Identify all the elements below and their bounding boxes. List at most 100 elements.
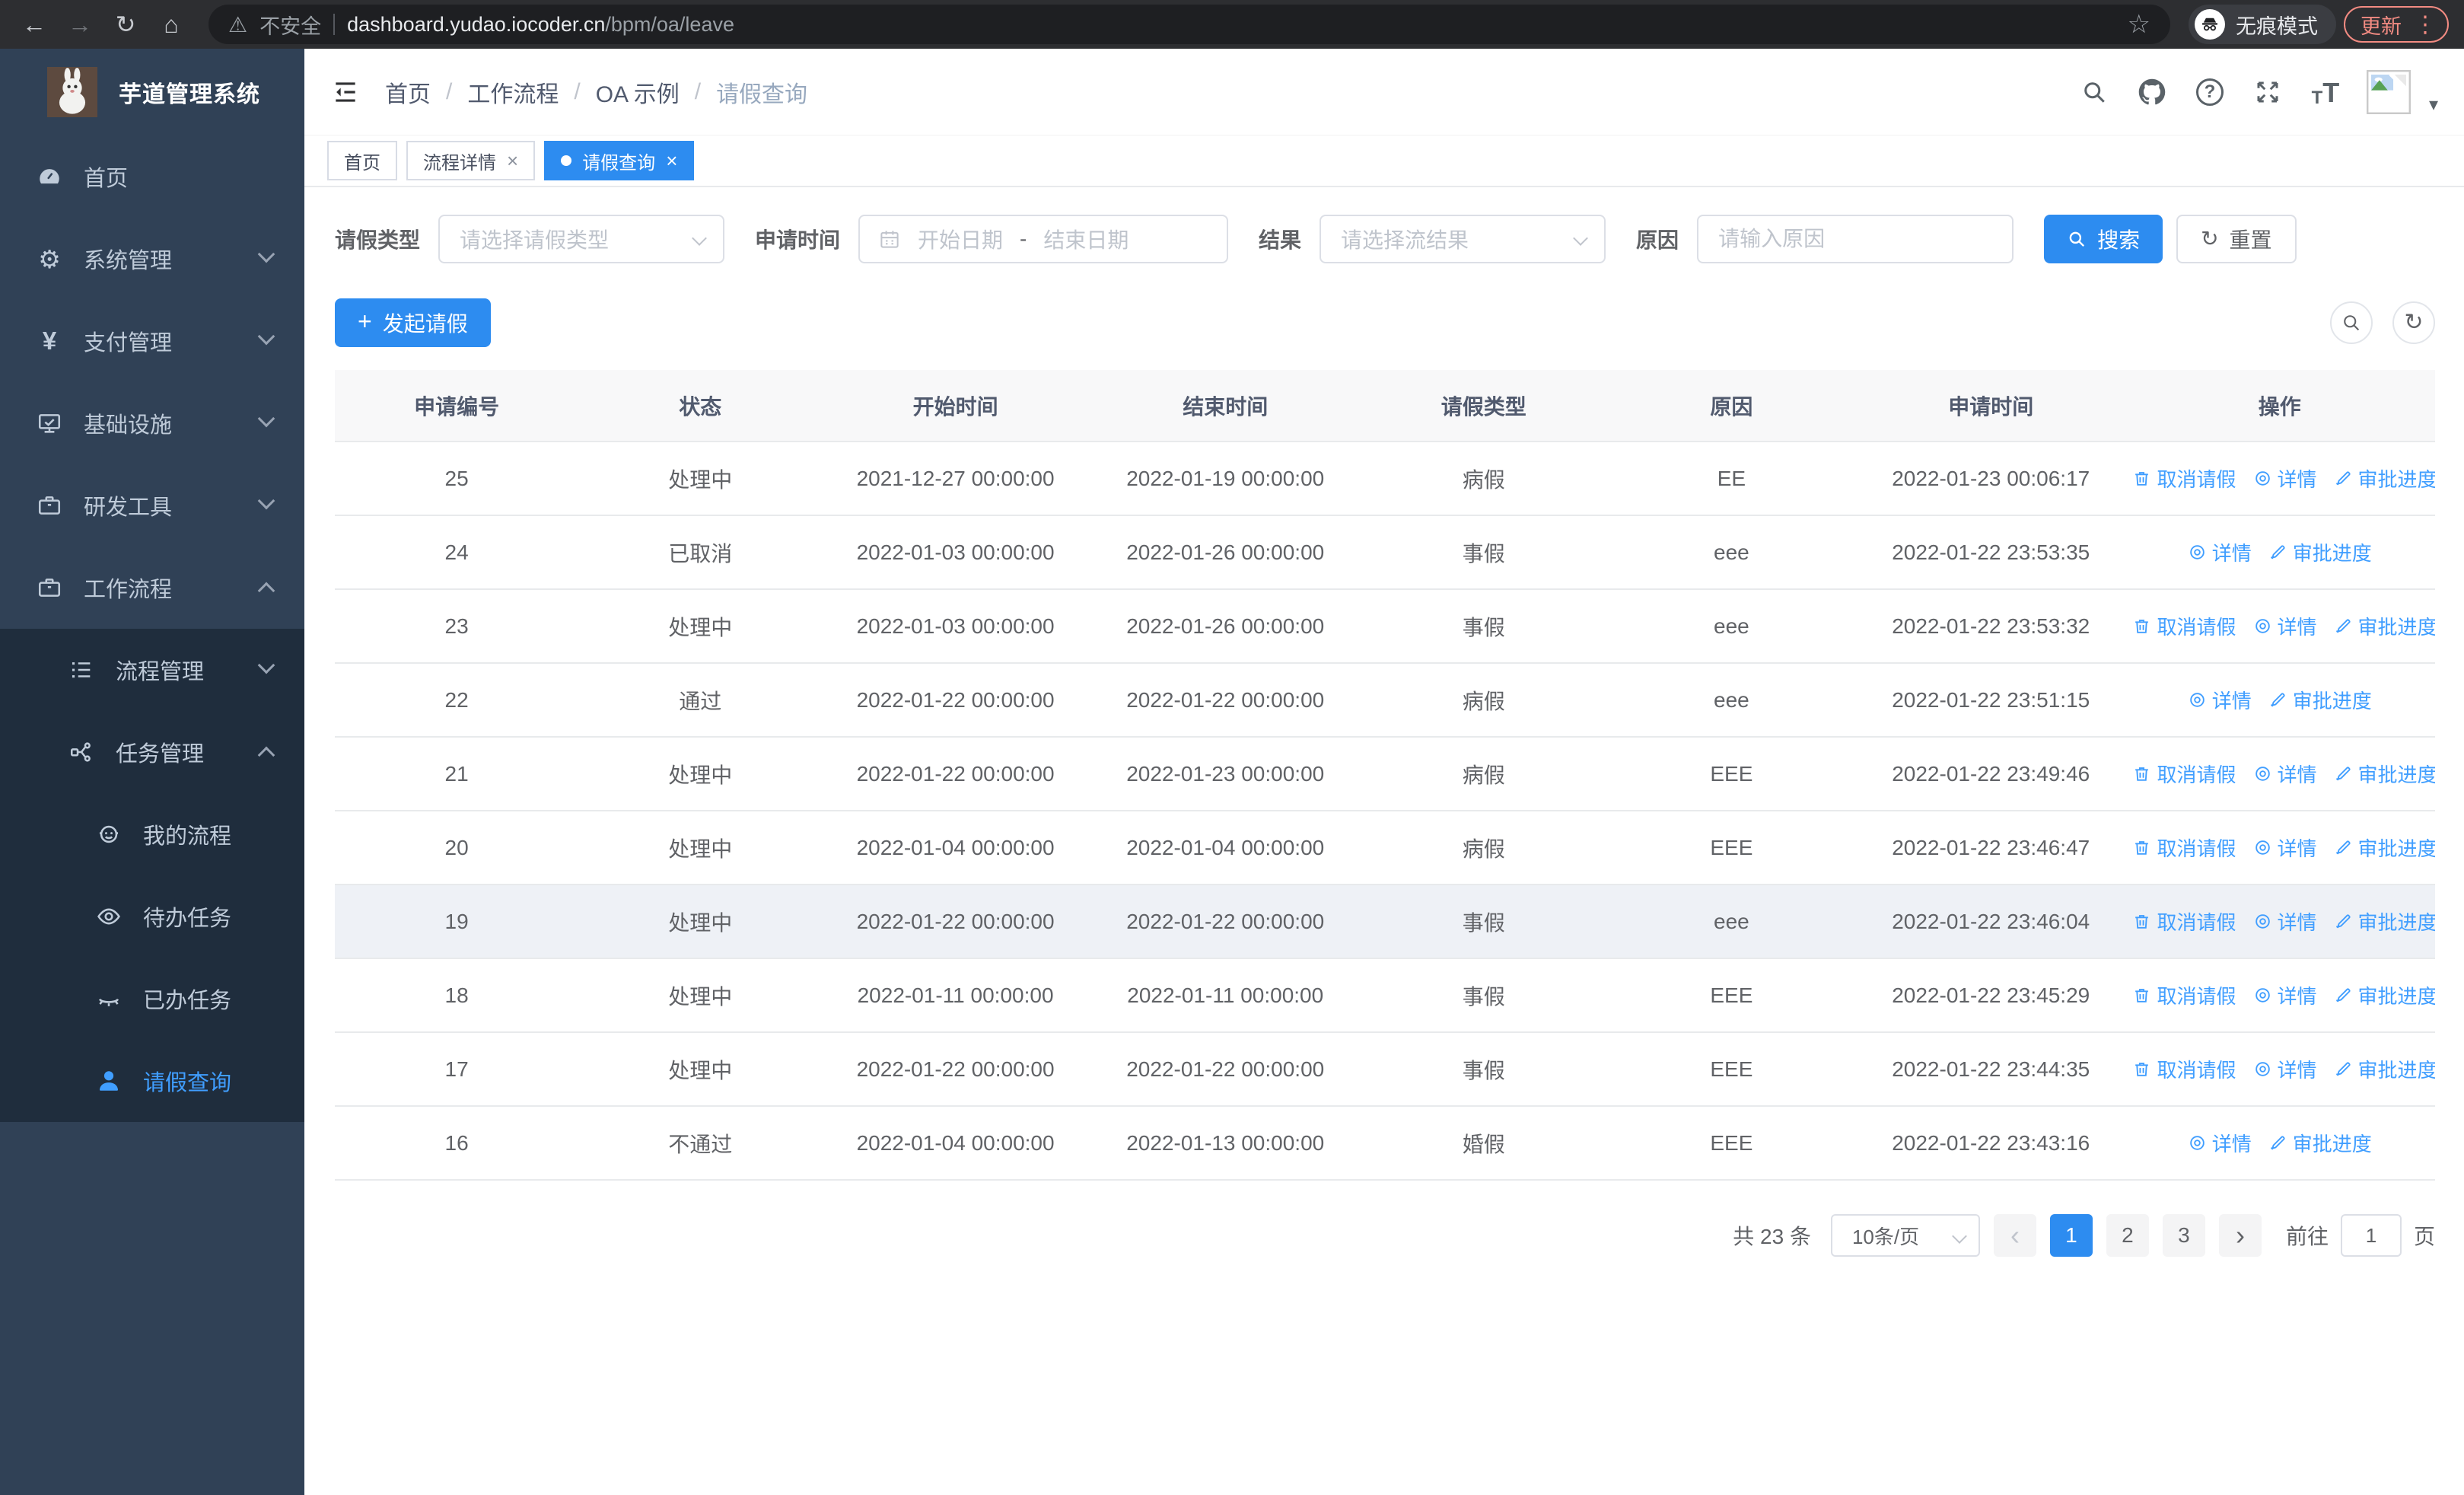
- detail-action-link[interactable]: 详情: [2253, 464, 2317, 492]
- goto-label: 前往: [2285, 1225, 2329, 1248]
- help-icon[interactable]: ?: [2193, 75, 2227, 109]
- detail-action-link[interactable]: 详情: [2188, 686, 2252, 714]
- reason-input[interactable]: [1697, 215, 2014, 263]
- sidebar-item-task-manage[interactable]: 任务管理: [0, 711, 304, 793]
- cancel-action-link[interactable]: 取消请假: [2132, 612, 2236, 640]
- detail-action-link[interactable]: 详情: [2253, 834, 2317, 862]
- cancel-action-link[interactable]: 取消请假: [2132, 464, 2236, 492]
- detail-action-link[interactable]: 详情: [2253, 760, 2317, 788]
- sidebar-item-infra[interactable]: 基础设施: [0, 382, 304, 464]
- progress-action-link[interactable]: 审批进度: [2334, 907, 2435, 936]
- action-label: 详情: [2277, 615, 2317, 639]
- cancel-action-link[interactable]: 取消请假: [2132, 981, 2236, 1009]
- progress-action-link[interactable]: 审批进度: [2334, 612, 2435, 640]
- bookmark-star-icon[interactable]: ☆: [2128, 9, 2150, 40]
- detail-action-link[interactable]: 详情: [2253, 612, 2317, 640]
- action-label: 审批进度: [2357, 1058, 2435, 1082]
- browser-forward-button[interactable]: →: [61, 5, 99, 43]
- breadcrumb-item[interactable]: 首页: [385, 75, 431, 109]
- sidebar-item-leave-query[interactable]: 请假查询: [0, 1040, 304, 1122]
- address-bar[interactable]: ⚠ 不安全 dashboard.yudao.iocoder.cn/bpm/oa/…: [209, 5, 2170, 44]
- tab-首页[interactable]: 首页: [327, 141, 397, 180]
- apply-time-range-picker[interactable]: 开始日期 - 结束日期: [858, 215, 1229, 263]
- progress-action-link[interactable]: 审批进度: [2268, 538, 2372, 566]
- sidebar-item-home[interactable]: 首页: [0, 135, 304, 218]
- cell-id: 21: [335, 737, 579, 811]
- prev-page-button[interactable]: ‹: [1993, 1214, 2036, 1257]
- filter-apply-time: 申请时间 开始日期 - 结束日期: [755, 215, 1229, 263]
- breadcrumb-item[interactable]: OA 示例: [596, 75, 680, 109]
- progress-action-link[interactable]: 审批进度: [2268, 686, 2372, 714]
- toggle-search-button[interactable]: [2330, 301, 2373, 344]
- next-page-button[interactable]: ›: [2218, 1214, 2262, 1257]
- github-icon[interactable]: [2135, 75, 2169, 109]
- avatar[interactable]: [2366, 69, 2411, 114]
- detail-action-link[interactable]: 详情: [2253, 1055, 2317, 1083]
- font-size-icon[interactable]: TT: [2309, 75, 2342, 109]
- page-button-2[interactable]: 2: [2106, 1214, 2149, 1257]
- sidebar-item-process-manage[interactable]: 流程管理: [0, 629, 304, 711]
- sidebar-item-todo-tasks[interactable]: 待办任务: [0, 875, 304, 958]
- progress-action-link[interactable]: 审批进度: [2334, 981, 2435, 1009]
- fullscreen-icon[interactable]: [2251, 75, 2284, 109]
- cell-reason: EEE: [1605, 1032, 1858, 1107]
- progress-action-link[interactable]: 审批进度: [2334, 760, 2435, 788]
- menu-fold-icon[interactable]: [327, 74, 364, 110]
- page-button-1[interactable]: 1: [2049, 1214, 2093, 1257]
- progress-action-link[interactable]: 审批进度: [2268, 1129, 2372, 1157]
- browser-menu-kebab-icon[interactable]: ⋮: [2414, 11, 2437, 38]
- close-icon[interactable]: ×: [507, 149, 518, 173]
- cancel-action-link[interactable]: 取消请假: [2132, 760, 2236, 788]
- avatar-caret-down-icon[interactable]: ▾: [2429, 94, 2438, 116]
- page-size-value: 10条/页: [1851, 1225, 1920, 1248]
- reset-button[interactable]: ↻ 重置: [2176, 215, 2297, 263]
- browser-back-button[interactable]: ←: [15, 5, 53, 43]
- yen-icon: ¥: [42, 327, 57, 355]
- detail-action-link[interactable]: 详情: [2253, 981, 2317, 1009]
- sidebar-item-workflow[interactable]: 工作流程: [0, 547, 304, 629]
- page-button-3[interactable]: 3: [2162, 1214, 2205, 1257]
- progress-action-link[interactable]: 审批进度: [2334, 834, 2435, 862]
- breadcrumb-item[interactable]: 工作流程: [467, 75, 559, 109]
- sidebar-item-done-tasks[interactable]: 已办任务: [0, 958, 304, 1040]
- page-size-select[interactable]: 10条/页: [1830, 1214, 1980, 1257]
- sidebar-item-pay[interactable]: ¥ 支付管理: [0, 300, 304, 382]
- pen-icon: [2334, 617, 2353, 636]
- progress-action-link[interactable]: 审批进度: [2334, 464, 2435, 492]
- action-label: 审批进度: [2292, 689, 2372, 712]
- update-label[interactable]: 更新: [2361, 10, 2402, 40]
- detail-action-link[interactable]: 详情: [2188, 538, 2252, 566]
- leave-type-select[interactable]: 请选择请假类型: [438, 215, 725, 263]
- sidebar-logo-row[interactable]: 芋道管理系统: [0, 49, 304, 135]
- search-button[interactable]: 搜索: [2044, 215, 2163, 263]
- cancel-action-link[interactable]: 取消请假: [2132, 834, 2236, 862]
- tab-请假查询[interactable]: 请假查询 ×: [544, 141, 695, 180]
- page-content: 请假类型 请选择请假类型 申请时间 开始日期 - 结束日期 结果 请选择流结果 …: [304, 187, 2464, 1495]
- search-icon[interactable]: [2077, 75, 2111, 109]
- url-host: dashboard.yudao.iocoder.cn: [347, 12, 606, 36]
- action-label: 审批进度: [2357, 467, 2435, 491]
- browser-update-chip[interactable]: 更新 ⋮: [2344, 6, 2449, 43]
- sidebar-item-my-process[interactable]: 我的流程: [0, 793, 304, 875]
- close-icon[interactable]: ×: [666, 149, 677, 173]
- cancel-action-link[interactable]: 取消请假: [2132, 1055, 2236, 1083]
- tab-流程详情[interactable]: 流程详情 ×: [406, 141, 536, 180]
- detail-action-link[interactable]: 详情: [2188, 1129, 2252, 1157]
- create-leave-button[interactable]: + 发起请假: [335, 298, 491, 347]
- refresh-table-button[interactable]: ↻: [2392, 301, 2435, 344]
- detail-action-link[interactable]: 详情: [2253, 907, 2317, 936]
- progress-action-link[interactable]: 审批进度: [2334, 1055, 2435, 1083]
- view-icon: [2188, 1133, 2207, 1152]
- sidebar-item-dev-tools[interactable]: 研发工具: [0, 464, 304, 547]
- sidebar-item-system[interactable]: ⚙ 系统管理: [0, 218, 304, 300]
- action-label: 审批进度: [2357, 984, 2435, 1008]
- eye-closed-icon: [94, 984, 123, 1013]
- browser-home-button[interactable]: ⌂: [152, 5, 190, 43]
- cell-apply_time: 2022-01-22 23:51:15: [1857, 663, 2125, 738]
- cell-reason: eee: [1605, 663, 1858, 738]
- cancel-action-link[interactable]: 取消请假: [2132, 907, 2236, 936]
- goto-page-input[interactable]: [2340, 1214, 2402, 1257]
- tab-label: 请假查询: [582, 152, 656, 174]
- browser-reload-button[interactable]: ↻: [107, 5, 145, 43]
- result-select[interactable]: 请选择流结果: [1320, 215, 1606, 263]
